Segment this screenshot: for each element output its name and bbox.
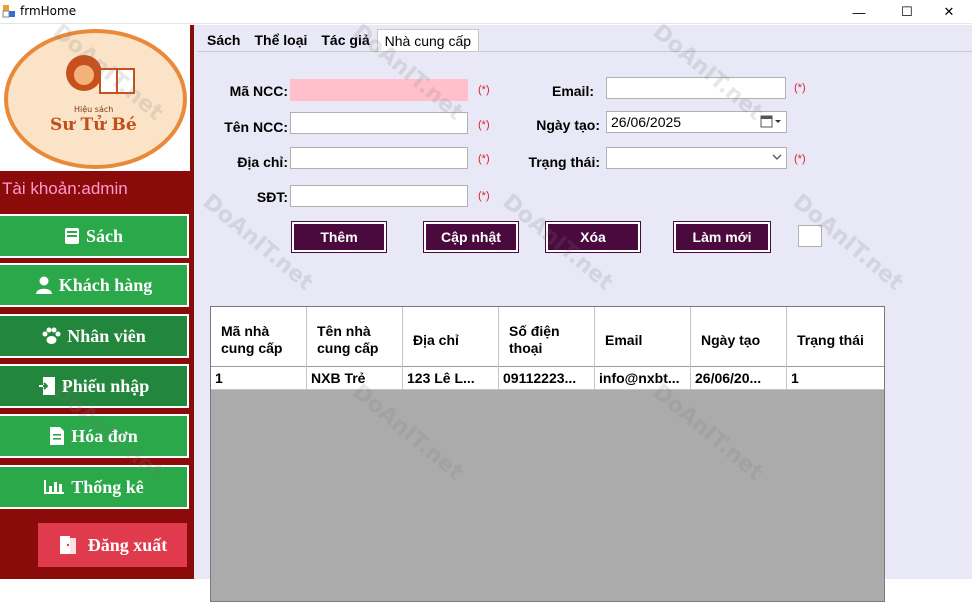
calendar-dropdown-icon[interactable] [760,115,782,129]
ten-ncc-required: (*) [478,119,490,131]
lion-mascot-icon [66,55,135,94]
account-label: Tài khoản:admin [2,179,128,198]
add-button[interactable]: Thêm [291,221,387,253]
sidebar: Hiệu sách Sư Tử Bé Tài khoản:admin Sách … [0,25,194,579]
logo: Hiệu sách Sư Tử Bé [4,29,187,169]
column-header[interactable]: Ngày tạo [691,307,787,367]
refresh-button[interactable]: Làm mới [673,221,771,253]
email-required: (*) [794,82,806,94]
delete-button[interactable]: Xóa [545,221,641,253]
logout-button[interactable]: Đăng xuất [38,523,187,567]
nav-nhan-vien-label: Nhân viên [67,325,146,346]
supplier-table[interactable]: Mã nhà cung cấp Tên nhà cung cấp Địa chỉ… [210,306,885,602]
column-header[interactable]: Số điện thoại [499,307,595,367]
sdt-input[interactable] [290,185,468,207]
chart-icon [44,480,65,494]
column-header[interactable]: Email [595,307,691,367]
logo-subtitle: Hiệu sách [74,105,114,114]
status-indicator-box [798,225,822,247]
column-header[interactable]: Mã nhà cung cấp [211,307,307,367]
update-button[interactable]: Cập nhật [423,221,519,253]
email-label: Email: [551,83,594,99]
ma-ncc-input[interactable] [290,79,468,101]
dia-chi-input[interactable] [290,147,468,169]
trang-thai-select[interactable] [606,147,787,169]
trang-thai-label: Trạng thái: [528,154,600,170]
table-row[interactable]: 1 NXB Trẻ 123 Lê L... 09112223... info@n… [211,367,884,390]
tab-sach[interactable]: Sách [200,29,247,51]
ngay-tao-value: 26/06/2025 [611,114,682,130]
minimize-button[interactable]: — [836,0,882,24]
ten-ncc-input[interactable] [290,112,468,134]
table-cell[interactable]: info@nxbt... [595,367,691,390]
table-cell[interactable]: 123 Lê L... [403,367,499,390]
table-header: Mã nhà cung cấp Tên nhà cung cấp Địa chỉ… [211,307,884,367]
title-bar: frmHome — ☐ ✕ [0,0,972,24]
book-icon [64,228,79,244]
dia-chi-required: (*) [478,153,490,165]
nav-phieu-nhap-label: Phiếu nhập [61,375,150,396]
tab-strip: Sách Thể loại Tác giả Nhà cung cấp [200,29,480,51]
nav-thong-ke-label: Thống kê [71,476,144,497]
ma-ncc-required: (*) [478,84,490,96]
ngay-tao-datepicker[interactable]: 26/06/2025 [606,111,787,133]
table-cell[interactable]: NXB Trẻ [307,367,403,390]
tab-tac-gia[interactable]: Tác giả [314,29,376,51]
nav-khach-hang-label: Khách hàng [58,274,153,295]
email-input[interactable] [606,77,786,99]
nav-sach-button[interactable]: Sách [0,214,189,258]
column-header[interactable]: Tên nhà cung cấp [307,307,403,367]
table-cell[interactable]: 1 [787,367,884,390]
column-header[interactable]: Địa chỉ [403,307,499,367]
ten-ncc-label: Tên NCC: [224,119,288,135]
table-cell[interactable]: 26/06/20... [691,367,787,390]
import-icon [38,377,55,395]
nav-hoa-don-label: Hóa đơn [71,425,138,446]
ngay-tao-label: Ngày tạo: [536,117,600,133]
logout-label: Đăng xuất [87,534,168,555]
table-cell[interactable]: 09112223... [499,367,595,390]
nav-hoa-don-button[interactable]: Hóa đơn [0,414,189,458]
table-cell[interactable]: 1 [211,367,307,390]
logo-panel: Hiệu sách Sư Tử Bé [0,25,194,171]
close-button[interactable]: ✕ [926,0,972,24]
window-title: frmHome [20,4,77,18]
user-icon [35,276,52,294]
sdt-label: SĐT: [256,189,288,205]
chevron-down-icon [772,154,782,160]
column-header[interactable]: Trạng thái [787,307,884,367]
ma-ncc-label: Mã NCC: [229,83,288,99]
tab-nha-cung-cap[interactable]: Nhà cung cấp [376,29,480,51]
logo-brand: Sư Tử Bé [50,115,137,135]
nav-sach-label: Sách [85,225,123,246]
paw-icon [42,327,61,344]
app-icon [2,5,15,18]
maximize-button[interactable]: ☐ [884,0,930,24]
invoice-icon [50,427,65,445]
nav-phieu-nhap-button[interactable]: Phiếu nhập [0,364,189,408]
dia-chi-label: Địa chỉ: [237,154,288,170]
sdt-required: (*) [478,190,490,202]
tab-the-loai[interactable]: Thể loại [247,29,314,51]
nav-thong-ke-button[interactable]: Thống kê [0,465,189,509]
nav-nhan-vien-button[interactable]: Nhân viên [0,314,189,358]
main-panel: Sách Thể loại Tác giả Nhà cung cấp Mã NC… [194,25,972,602]
supplier-tab-page: Mã NCC: (*) Tên NCC: (*) Địa chỉ: (*) SĐ… [198,51,972,602]
door-exit-icon [59,536,76,554]
nav-khach-hang-button[interactable]: Khách hàng [0,263,189,307]
trang-thai-required: (*) [794,153,806,165]
